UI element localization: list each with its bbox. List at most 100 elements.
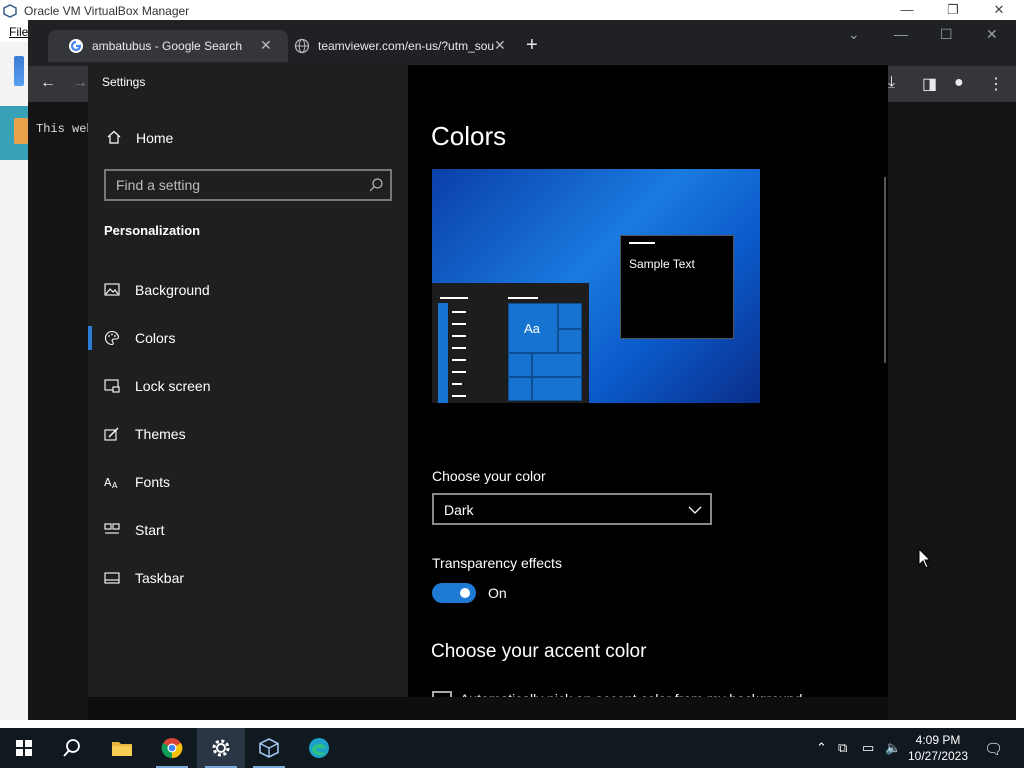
color-preview: Aa Sample Text (432, 169, 760, 403)
vm-thumbnail-icon (14, 118, 28, 144)
nav-item-background[interactable]: Background (88, 272, 408, 308)
toggle-state-label: On (488, 585, 507, 601)
mouse-cursor-icon (918, 548, 932, 569)
virtualbox-side-panel (0, 42, 28, 720)
tools-icon[interactable] (14, 56, 24, 86)
chrome-tab-strip: ambatubus - Google Search ✕ teamviewer.c… (28, 20, 1016, 66)
clock-time: 4:09 PM (915, 733, 961, 747)
chrome-maximize-button[interactable]: ☐ (940, 26, 953, 43)
notifications-icon[interactable]: 🗨 (984, 740, 1003, 758)
tray-overflow-icon[interactable]: ⌃ (816, 740, 827, 756)
taskbar-icon (104, 572, 120, 584)
chevron-down-icon (688, 506, 702, 514)
palette-icon (104, 330, 120, 346)
menu-kebab-icon[interactable]: ⋮ (988, 74, 1004, 94)
nav-item-start[interactable]: Start (88, 512, 408, 548)
chrome-close-button[interactable]: ✕ (986, 26, 998, 43)
host-close-button[interactable]: ✕ (976, 2, 1022, 20)
taskbar-file-explorer[interactable] (98, 728, 146, 768)
new-tab-button[interactable]: + (526, 34, 538, 57)
nav-label: Taskbar (135, 570, 185, 586)
page-title: Colors (431, 121, 507, 151)
virtualbox-window-title: Oracle VM VirtualBox Manager (24, 4, 190, 18)
volume-muted-icon[interactable]: 🔈 (885, 740, 901, 756)
nav-item-lock-screen[interactable]: Lock screen (88, 368, 408, 404)
dropdown-value: Dark (444, 502, 474, 518)
windows-taskbar: ⌃ ⧉ ▭ 🔈 4:09 PM 10/27/2023 🗨 (0, 728, 1024, 768)
forward-icon[interactable]: → (72, 74, 88, 92)
brush-icon (104, 427, 119, 441)
transparency-toggle[interactable] (432, 583, 476, 603)
accent-heading: Choose your accent color (431, 641, 647, 662)
home-icon (107, 130, 121, 144)
nav-label: Colors (135, 330, 176, 346)
picture-icon (104, 283, 120, 296)
home-label: Home (136, 130, 174, 146)
virtualbox-logo-icon (3, 4, 17, 18)
clock-date: 10/27/2023 (907, 749, 969, 763)
nav-label: Start (135, 522, 165, 538)
virtualbox-title-bar: Oracle VM VirtualBox Manager — ❐ ✕ (0, 0, 1024, 22)
side-panel-icon[interactable]: ◨ (922, 74, 937, 94)
choose-color-dropdown[interactable]: Dark (432, 493, 712, 525)
menu-file[interactable]: File (9, 25, 28, 39)
tab-search-icon[interactable]: ⌄ (848, 26, 860, 43)
svg-text:A: A (112, 481, 118, 490)
taskbar-search-button[interactable] (48, 728, 96, 768)
lock-screen-icon (104, 379, 120, 393)
virtualbox-menu-bar: File (0, 22, 28, 42)
tab-title: teamviewer.com/en-us/?utm_sou (318, 39, 494, 53)
start-button[interactable] (0, 728, 48, 768)
chrome-tab-google[interactable]: ambatubus - Google Search ✕ (48, 30, 288, 62)
toggle-knob (460, 588, 470, 598)
search-input[interactable] (106, 171, 356, 199)
settings-sidebar: Settings Home Personalization Background… (88, 65, 408, 697)
tray-app-icon[interactable]: ⧉ (838, 740, 847, 756)
taskbar-edge[interactable] (295, 728, 343, 768)
nav-item-themes[interactable]: Themes (88, 416, 408, 452)
nav-label: Lock screen (135, 378, 211, 394)
taskbar-chrome[interactable] (148, 728, 196, 768)
nav-item-colors[interactable]: Colors (88, 320, 408, 356)
preview-start-menu: Aa (432, 283, 589, 403)
nav-item-fonts[interactable]: AA Fonts (88, 464, 408, 500)
profile-icon[interactable]: ● (954, 74, 964, 92)
search-icon (63, 739, 80, 757)
settings-content: Colors Aa Sample Text Choose your color … (408, 65, 888, 711)
selection-indicator (88, 326, 92, 350)
search-icon (369, 178, 383, 192)
nav-home[interactable]: Home (88, 121, 408, 155)
chrome-minimize-button[interactable]: — (894, 26, 908, 42)
svg-text:A: A (104, 476, 112, 489)
taskbar-settings[interactable] (197, 728, 245, 768)
nav-label: Fonts (135, 474, 171, 490)
host-minimize-button[interactable]: — (884, 2, 930, 20)
taskbar-virtualbox[interactable] (245, 728, 293, 768)
nav-item-taskbar[interactable]: Taskbar (88, 560, 408, 596)
settings-window-title: Settings (102, 75, 146, 89)
chrome-tab-teamviewer[interactable]: teamviewer.com/en-us/?utm_sou ✕ (274, 30, 514, 62)
preview-sample-text: Sample Text (629, 257, 695, 271)
close-tab-icon[interactable]: ✕ (260, 37, 272, 54)
network-icon[interactable]: ▭ (862, 740, 874, 756)
globe-icon (294, 38, 310, 54)
vm-bottom-edge (88, 697, 888, 720)
back-icon[interactable]: ← (40, 74, 56, 92)
host-restore-button[interactable]: ❐ (930, 2, 976, 20)
choose-color-label: Choose your color (432, 468, 546, 484)
file-explorer-icon (112, 742, 132, 756)
close-tab-icon[interactable]: ✕ (494, 37, 506, 54)
settings-search-box[interactable] (104, 169, 392, 201)
tab-title: ambatubus - Google Search (92, 39, 243, 53)
transparency-label: Transparency effects (432, 555, 562, 571)
taskbar-clock[interactable]: 4:09 PM 10/27/2023 (902, 732, 974, 764)
preview-window: Sample Text (620, 235, 734, 339)
vm-list-item[interactable] (0, 106, 28, 160)
settings-scrollbar[interactable] (884, 177, 886, 363)
settings-window: Settings Home Personalization Background… (88, 65, 888, 711)
settings-gear-icon (212, 739, 230, 757)
google-icon (69, 39, 83, 53)
page-text: This web (36, 122, 94, 136)
section-title: Personalization (104, 223, 201, 238)
download-icon[interactable]: ⤓ (888, 74, 895, 92)
